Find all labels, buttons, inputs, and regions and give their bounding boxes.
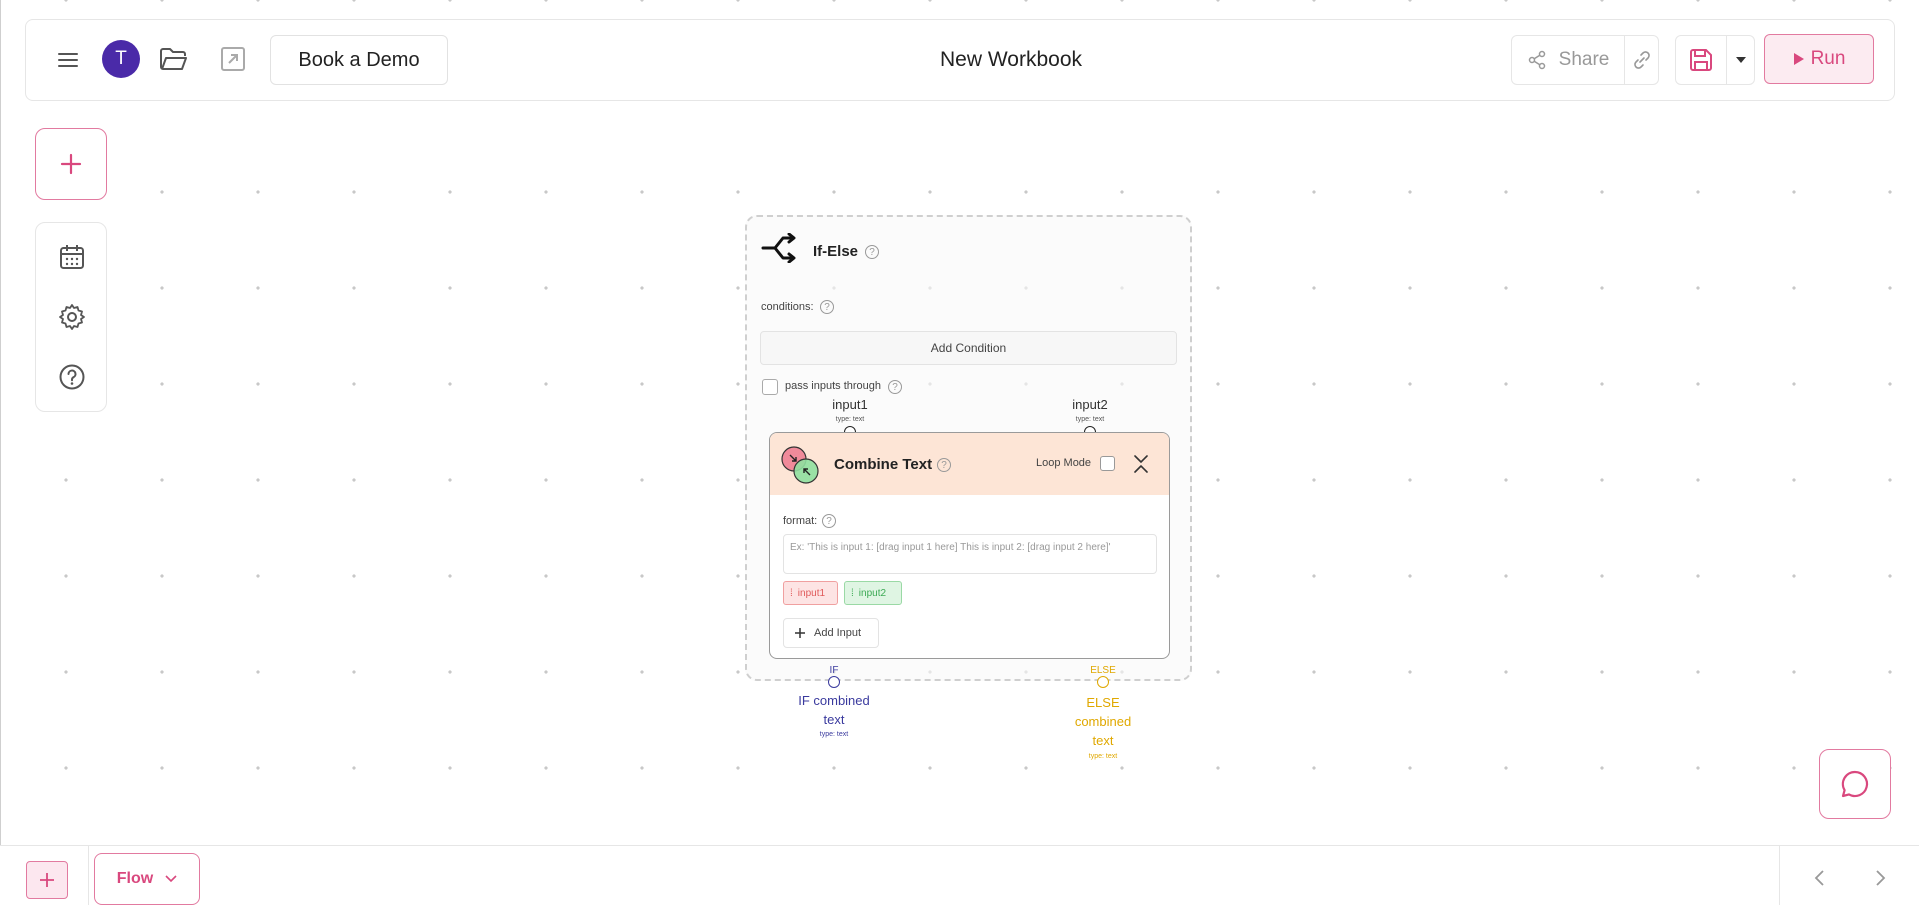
share-group: Share	[1511, 35, 1659, 85]
input1-label: input1	[832, 397, 868, 412]
add-node-button[interactable]	[35, 128, 107, 200]
external-link-icon[interactable]	[220, 46, 246, 72]
help-icon[interactable]	[58, 363, 86, 391]
input2-chip[interactable]: ⁞ input2	[844, 581, 902, 605]
if-else-title: If-Else	[813, 243, 859, 260]
gear-icon[interactable]	[58, 303, 86, 331]
else-tag: ELSE	[1090, 665, 1116, 676]
bottom-bar: Flow	[0, 845, 1919, 905]
else-output-port[interactable]	[1097, 676, 1109, 688]
chevron-left-icon[interactable]	[1808, 866, 1832, 890]
save-icon	[1690, 49, 1712, 71]
flow-tab[interactable]: Flow	[94, 853, 200, 905]
if-output-type: type: text	[819, 731, 849, 738]
add-input-button[interactable]: Add Input	[783, 618, 879, 648]
help-icon[interactable]: ?	[820, 300, 834, 314]
bottom-divider	[88, 846, 89, 905]
chip-label: input2	[858, 587, 887, 599]
workbook-title[interactable]: New Workbook	[861, 48, 1161, 72]
pass-inputs-label: pass inputs through	[785, 380, 882, 392]
else-output-line3: text	[1092, 733, 1114, 748]
if-else-node[interactable]: If-Else ? conditions: ? Add Condition pa…	[745, 215, 1192, 681]
caret-down-icon	[1736, 57, 1746, 63]
else-output-label: ELSE combined text	[1053, 693, 1153, 750]
bottom-divider	[1779, 846, 1780, 905]
if-output-label: IF combined text	[784, 691, 884, 729]
flow-tab-label: Flow	[116, 870, 154, 887]
if-output-port[interactable]	[828, 676, 840, 688]
loop-mode-label: Loop Mode	[1036, 457, 1092, 469]
input2-type: type: text	[1075, 416, 1105, 423]
open-folder-icon[interactable]	[159, 46, 189, 72]
book-demo-button[interactable]: Book a Demo	[270, 35, 448, 85]
plus-icon	[40, 873, 54, 887]
save-group	[1675, 35, 1755, 85]
input2-label: input2	[1072, 397, 1108, 412]
help-icon[interactable]: ?	[937, 458, 951, 472]
conditions-label: conditions:	[761, 301, 814, 313]
copy-link-button[interactable]	[1625, 36, 1659, 84]
hamburger-menu-icon[interactable]	[56, 48, 80, 72]
chat-button[interactable]	[1819, 749, 1891, 819]
chat-icon	[1841, 770, 1869, 798]
branch-icon	[761, 233, 796, 263]
input1-type: type: text	[835, 416, 865, 423]
drag-handle-icon: ⁞	[790, 587, 793, 599]
side-toolbar	[35, 222, 107, 412]
share-label: Share	[1558, 49, 1610, 70]
if-output-line1: IF combined	[798, 693, 870, 708]
if-output-line2: text	[823, 712, 845, 727]
run-button[interactable]: Run	[1764, 34, 1874, 84]
add-flow-button[interactable]	[26, 861, 68, 899]
link-icon	[1634, 51, 1650, 69]
drag-handle-icon: ⁞	[851, 587, 854, 599]
left-border	[0, 0, 1, 845]
share-icon	[1528, 50, 1545, 70]
format-label: format:	[783, 515, 818, 527]
else-output-line2: combined	[1074, 714, 1132, 729]
plus-icon	[60, 153, 82, 175]
share-button[interactable]: Share	[1512, 36, 1624, 84]
save-options-dropdown[interactable]	[1727, 36, 1755, 84]
top-bar: T Book a Demo New Workbook Share Run	[25, 19, 1895, 101]
format-input[interactable]: Ex: 'This is input 1: [drag input 1 here…	[783, 534, 1157, 574]
combine-icon	[781, 446, 819, 484]
input1-chip[interactable]: ⁞ input1	[783, 581, 838, 605]
add-input-label: Add Input	[814, 627, 862, 639]
help-icon[interactable]: ?	[822, 514, 836, 528]
combine-text-header: Combine Text ? Loop Mode	[770, 433, 1169, 495]
if-tag: IF	[829, 665, 839, 676]
chip-label: input1	[797, 587, 826, 599]
user-avatar[interactable]: T	[102, 40, 140, 78]
save-button[interactable]	[1676, 36, 1726, 84]
else-output-type: type: text	[1088, 753, 1118, 760]
help-icon[interactable]: ?	[888, 380, 902, 394]
chevron-down-icon	[165, 875, 177, 883]
calendar-icon[interactable]	[58, 243, 86, 271]
add-condition-button[interactable]: Add Condition	[760, 331, 1177, 365]
chevron-right-icon[interactable]	[1868, 866, 1892, 890]
play-icon	[1793, 53, 1804, 65]
combine-text-node[interactable]: Combine Text ? Loop Mode format: ? Ex: '…	[769, 432, 1170, 659]
run-label: Run	[1810, 48, 1846, 69]
loop-mode-checkbox[interactable]	[1100, 456, 1115, 471]
else-output-line1: ELSE	[1086, 695, 1120, 710]
collapse-icon[interactable]	[1132, 454, 1150, 474]
combine-text-title: Combine Text	[834, 456, 933, 473]
pass-inputs-checkbox[interactable]	[762, 379, 778, 395]
plus-icon	[795, 628, 805, 638]
help-icon[interactable]: ?	[865, 245, 879, 259]
